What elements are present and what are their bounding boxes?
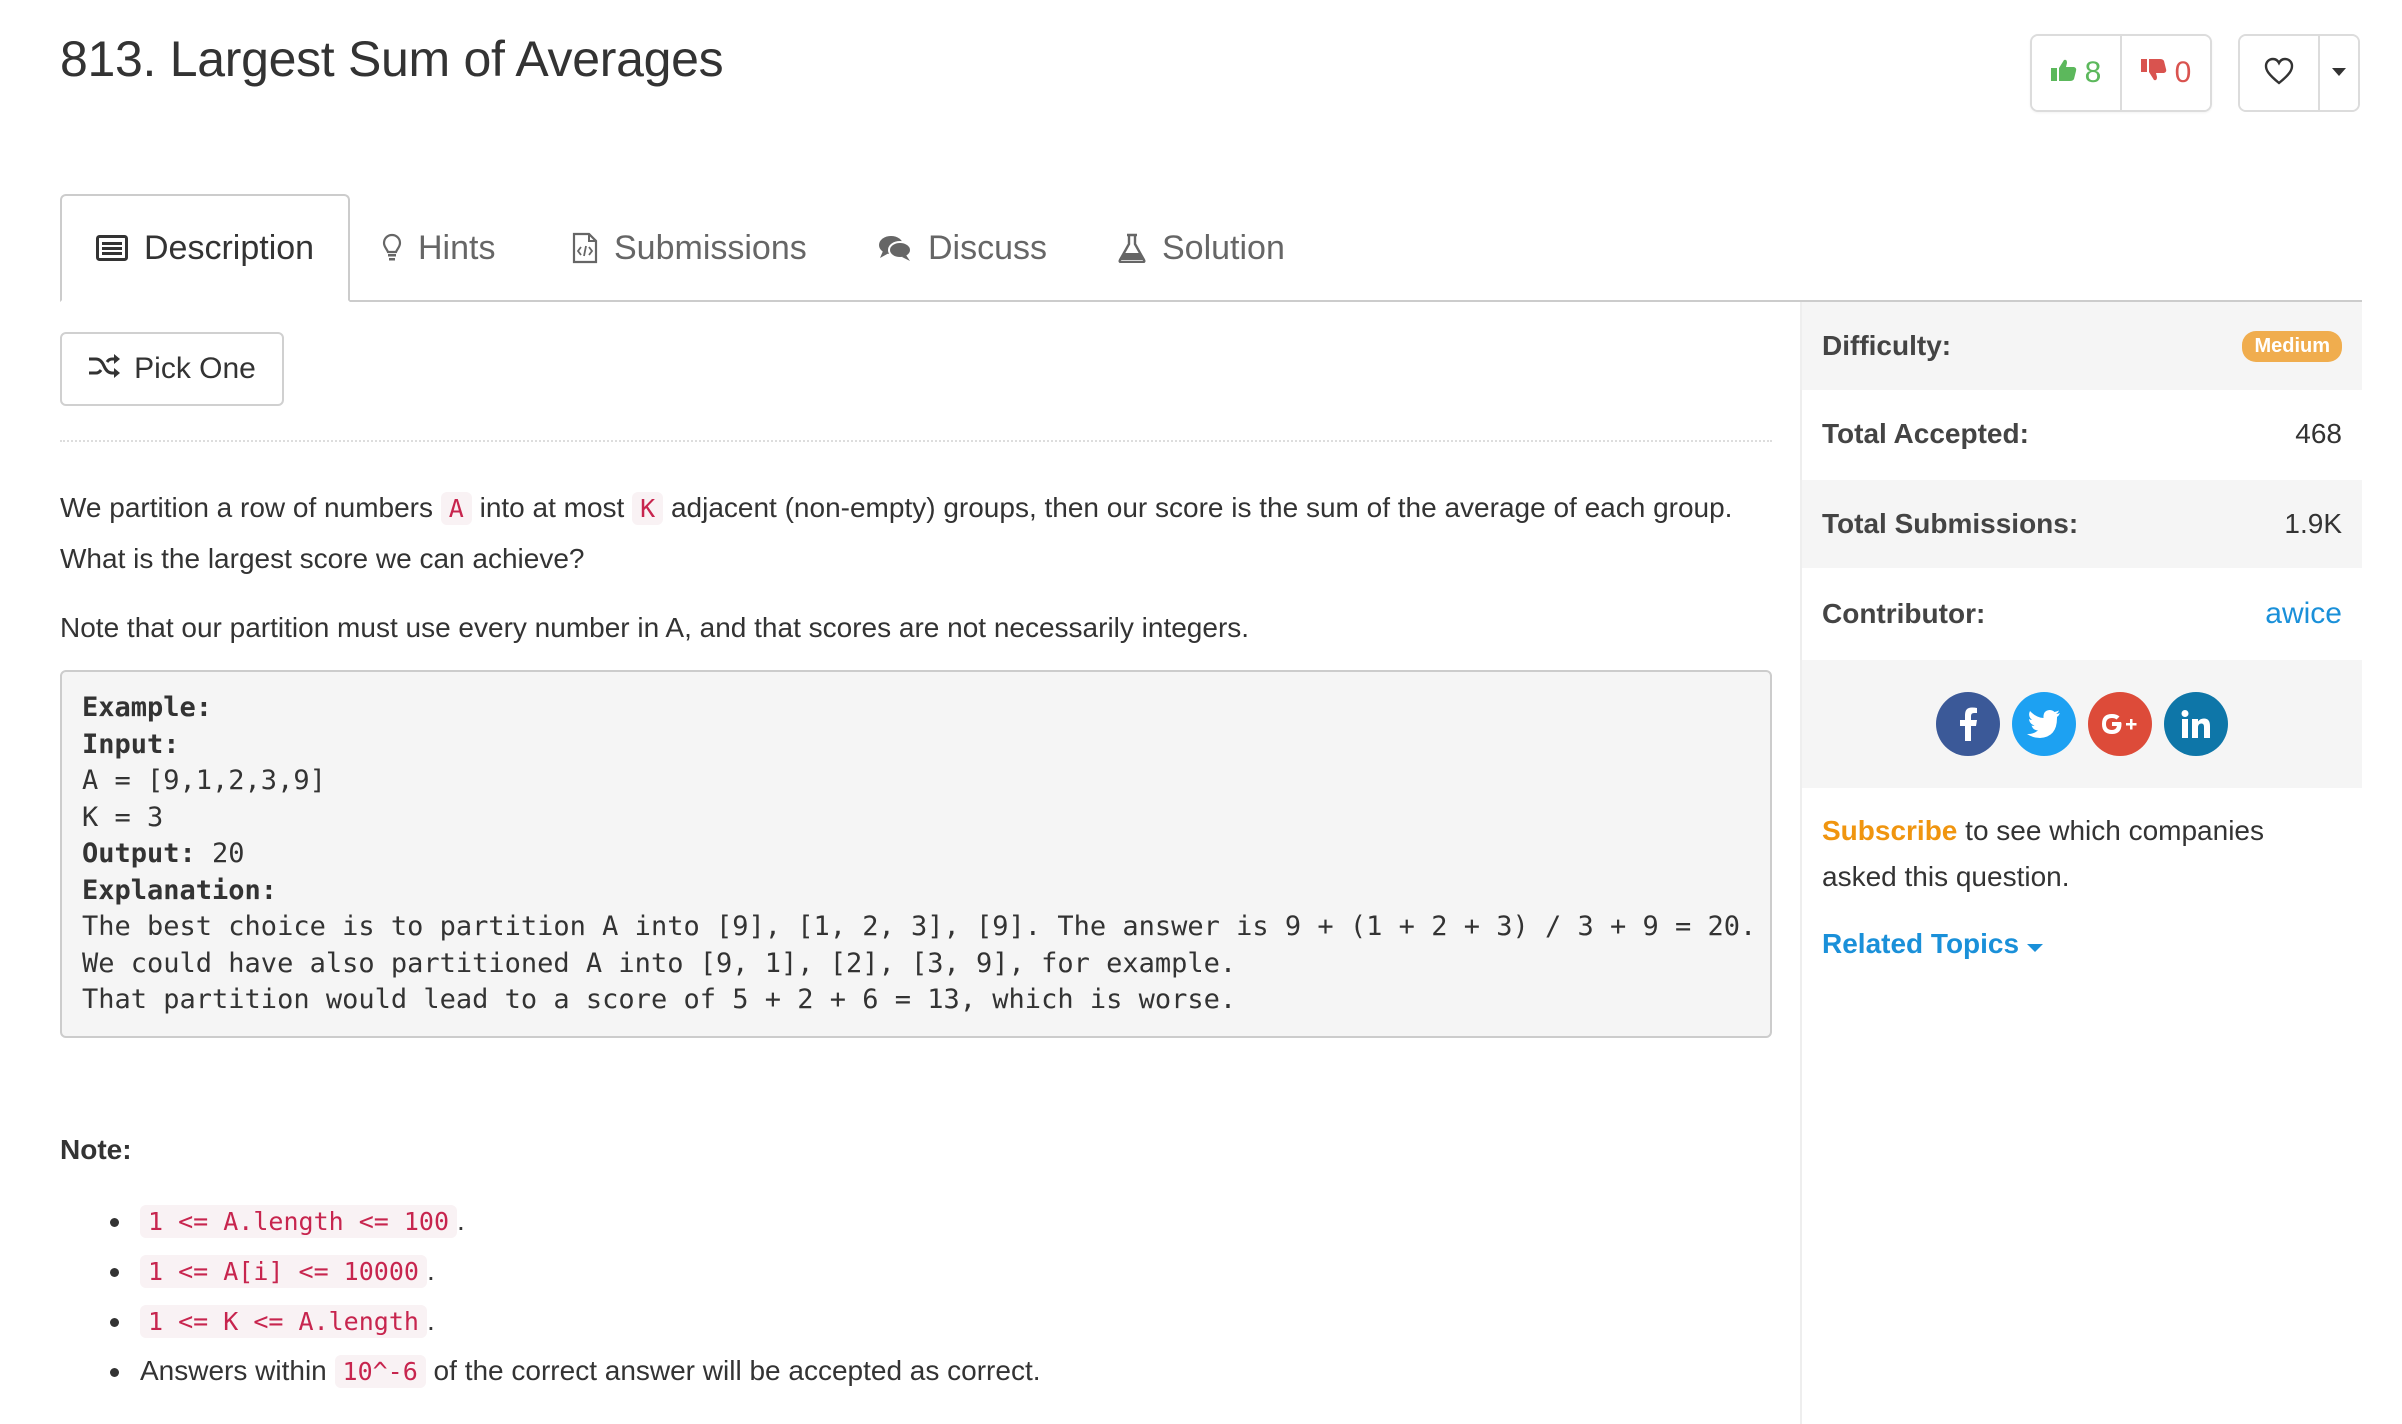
explanation-label: Explanation: — [82, 874, 278, 906]
list-item-text: . — [426, 1305, 435, 1336]
comments-icon — [878, 234, 912, 262]
note-list: 1 <= A.length <= 100. 1 <= A[i] <= 10000… — [60, 1196, 1041, 1396]
favorite-button[interactable] — [2240, 36, 2318, 110]
tab-label: Submissions — [614, 228, 807, 267]
list-item-text: Answers within — [140, 1355, 335, 1386]
contributor-row: Contributor: awice — [1802, 570, 2362, 658]
description-note-paragraph: Note that our partition must use every n… — [60, 612, 1250, 643]
description-text: What is the largest score we can achieve… — [60, 543, 585, 574]
accepted-value: 468 — [2295, 418, 2342, 449]
thumbs-down-icon — [2140, 56, 2167, 90]
caret-down-icon — [2027, 928, 2044, 960]
tab-solution[interactable]: Solution — [1118, 196, 1285, 300]
related-topics-toggle[interactable]: Related Topics — [1822, 928, 2044, 960]
inline-code: 1 <= A[i] <= 10000 — [140, 1255, 427, 1288]
tab-hints[interactable]: Hints — [382, 196, 495, 300]
tab-submissions[interactable]: Submissions — [572, 196, 807, 300]
list-item-text: . — [426, 1255, 435, 1286]
list-item: 1 <= A[i] <= 10000. — [60, 1246, 1041, 1296]
accepted-label: Total Accepted: — [1822, 418, 2029, 449]
favorite-dropdown-button[interactable] — [2318, 36, 2358, 110]
contributor-link[interactable]: awice — [2265, 597, 2342, 631]
file-code-icon — [572, 232, 598, 264]
accepted-row: Total Accepted: 468 — [1802, 390, 2362, 478]
tab-discuss[interactable]: Discuss — [878, 196, 1047, 300]
like-count: 8 — [2084, 56, 2102, 89]
inline-code: 10^-6 — [334, 1355, 426, 1388]
explanation-line: The best choice is to partition A into [… — [82, 911, 1757, 942]
list-item-text: . — [457, 1205, 465, 1236]
twitter-icon[interactable] — [2012, 692, 2076, 756]
like-button[interactable]: 8 — [2032, 36, 2120, 110]
inline-code: K — [632, 492, 664, 525]
heart-icon — [2264, 57, 2294, 90]
input-line: K = 3 — [82, 801, 164, 833]
submissions-value: 1.9K — [2284, 508, 2342, 539]
output-label: Output: — [82, 838, 196, 869]
difficulty-label: Difficulty: — [1822, 330, 1952, 361]
linkedin-icon[interactable] — [2164, 692, 2228, 756]
subscribe-link[interactable]: Subscribe — [1822, 815, 1957, 846]
submissions-row: Total Submissions: 1.9K — [1802, 480, 2362, 568]
inline-code: 1 <= K <= A.length — [140, 1305, 427, 1338]
pick-one-button[interactable]: Pick One — [60, 332, 284, 406]
tab-label: Discuss — [928, 228, 1048, 267]
tab-description[interactable]: Description — [60, 194, 351, 302]
dislike-count: 0 — [2174, 56, 2192, 89]
dislike-button[interactable]: 0 — [2120, 36, 2210, 110]
thumbs-up-icon — [2050, 56, 2077, 90]
explanation-line: We could have also partitioned A into [9… — [82, 947, 1237, 979]
difficulty-row: Difficulty: Medium — [1802, 302, 2362, 390]
submissions-label: Total Submissions: — [1822, 508, 2079, 539]
example-block: Example: Input: A = [9,1,2,3,9] K = 3 Ou… — [60, 670, 1772, 1038]
description-icon — [96, 235, 128, 261]
share-buttons — [1802, 660, 2362, 788]
subscribe-message: Subscribe to see which companies asked t… — [1822, 808, 2342, 900]
caret-down-icon — [2332, 64, 2346, 82]
shuffle-icon — [88, 352, 121, 386]
related-topics-label: Related Topics — [1822, 928, 2020, 959]
facebook-icon[interactable] — [1936, 692, 2000, 756]
favorite-group — [2238, 34, 2360, 112]
explanation-line: That partition would lead to a score of … — [82, 984, 1237, 1015]
list-item: 1 <= A.length <= 100. — [60, 1196, 1041, 1246]
inline-code: A — [440, 492, 472, 525]
input-label: Input: — [82, 728, 180, 760]
description-paragraph: We partition a row of numbers A into at … — [60, 483, 1732, 584]
description-text: We partition a row of numbers — [60, 492, 441, 523]
vote-group: 8 0 — [2030, 34, 2212, 112]
description-text: into at most — [471, 492, 633, 523]
problem-page: 813. Largest Sum of Averages 8 0 Descrip… — [0, 0, 2402, 1424]
page-title: 813. Largest Sum of Averages — [60, 31, 724, 87]
example-heading: Example: — [82, 692, 213, 723]
inline-code: 1 <= A.length <= 100 — [140, 1205, 458, 1238]
note-heading: Note: — [60, 1134, 132, 1165]
lightbulb-icon — [382, 233, 402, 263]
difficulty-badge: Medium — [2242, 330, 2342, 362]
list-item: Answers within 10^-6 of the correct answ… — [60, 1346, 1041, 1396]
tab-label: Hints — [418, 228, 496, 267]
description-text: adjacent (non-empty) groups, then our sc… — [663, 492, 1733, 523]
divider — [60, 440, 1772, 442]
output-value: 20 — [195, 838, 245, 869]
contributor-label: Contributor: — [1822, 598, 1986, 629]
flask-icon — [1118, 233, 1146, 263]
tab-label: Description — [144, 228, 315, 267]
tab-label: Solution — [1162, 228, 1285, 267]
pick-one-label: Pick One — [134, 352, 256, 385]
list-item: 1 <= K <= A.length. — [60, 1296, 1041, 1346]
input-line: A = [9,1,2,3,9] — [82, 765, 326, 796]
list-item-text: of the correct answer will be accepted a… — [425, 1355, 1041, 1386]
google-plus-icon[interactable] — [2088, 692, 2152, 756]
